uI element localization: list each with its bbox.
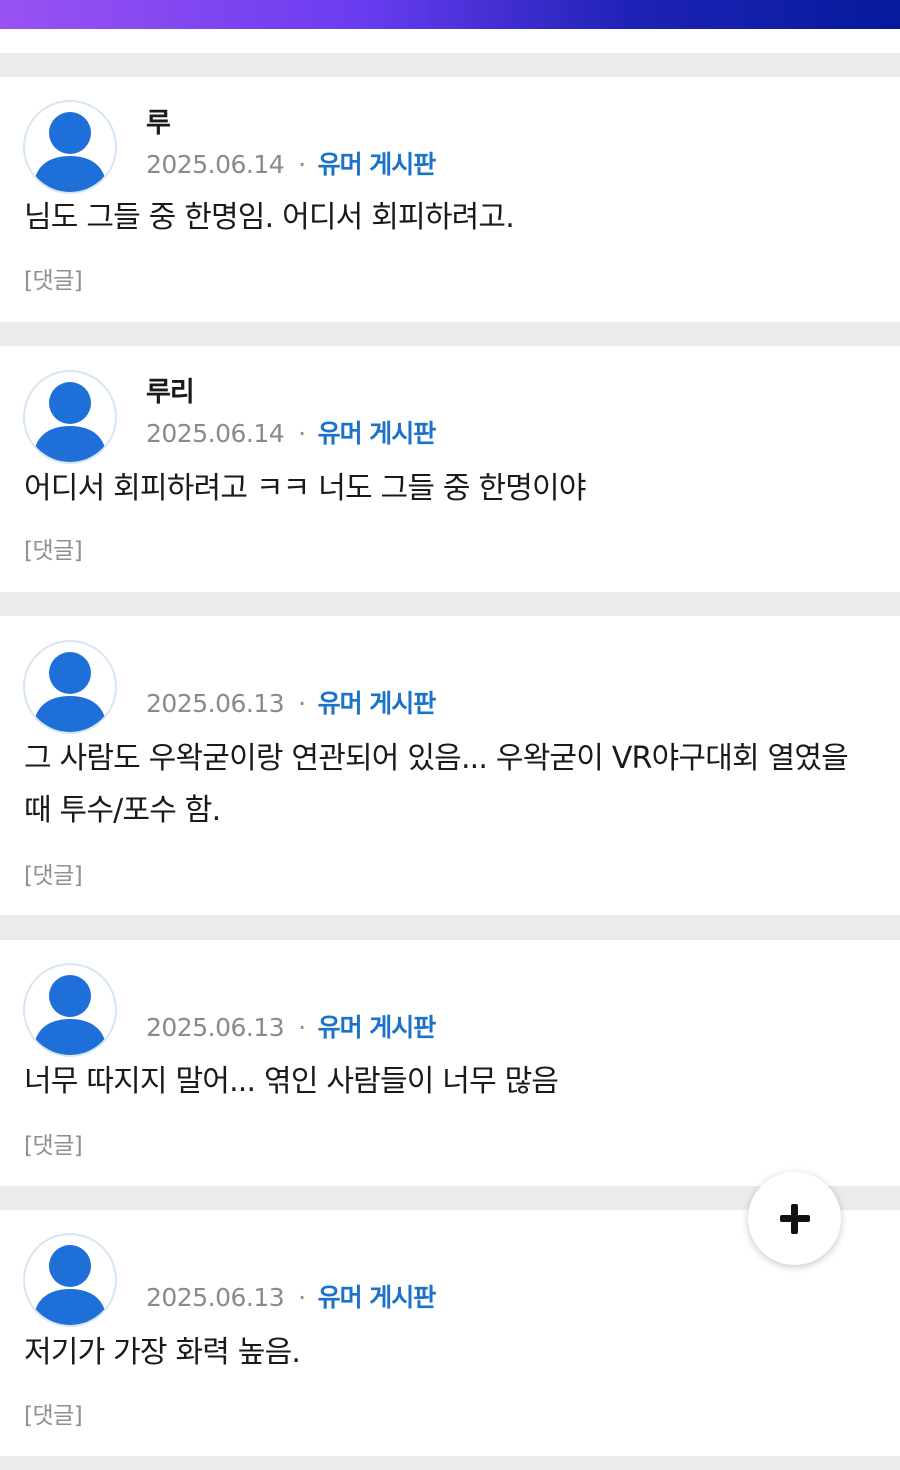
reply-link[interactable]: [댓글] (24, 856, 83, 890)
reply-link[interactable]: [댓글] (24, 531, 83, 565)
comment-meta: 2025.06.14 · 유머 게시판 (146, 414, 437, 450)
user-avatar-icon (33, 652, 107, 732)
comment-card: 루 2025.06.14 · 유머 게시판 님도 그들 중 한명임. 어디서 회피하… (0, 77, 900, 322)
comment-meta: 2025.06.14 · 유머 게시판 (146, 145, 437, 181)
avatar[interactable] (23, 963, 117, 1057)
reply-link[interactable]: [댓글] (24, 261, 83, 295)
comment-meta: 2025.06.13 · 유머 게시판 (146, 1008, 437, 1044)
comment-text: 저기가 가장 화력 높음. (24, 1335, 301, 1370)
user-avatar-icon (33, 975, 107, 1055)
comment-date: 2025.06.13 (146, 689, 285, 718)
comment-text: 그 사람도 우왁굳이랑 연관되어 있음... 우왁굳이 VR야구대회 열였을 때… (24, 741, 849, 828)
comment-text: 너무 따지지 말어... 엮인 사람들이 너무 많음 (24, 1064, 559, 1099)
comment-meta: 2025.06.13 · 유머 게시판 (146, 1278, 437, 1314)
write-comment-button[interactable] (748, 1172, 841, 1265)
meta-separator: · (298, 1283, 306, 1312)
comment-card: 루리 2025.06.14 · 유머 게시판 어디서 회피하려고 ㅋㅋ 너도 그들 … (0, 346, 900, 592)
avatar[interactable] (23, 370, 117, 464)
comment-date: 2025.06.13 (146, 1013, 285, 1042)
user-avatar-icon (33, 112, 107, 192)
avatar[interactable] (23, 640, 117, 734)
meta-separator: · (298, 689, 306, 718)
comment-date: 2025.06.14 (146, 150, 285, 179)
meta-separator: · (298, 150, 306, 179)
board-link[interactable]: 유머 게시판 (318, 150, 437, 179)
meta-separator: · (298, 1013, 306, 1042)
reply-link[interactable]: [댓글] (24, 1126, 83, 1160)
top-gradient-bar (0, 0, 900, 29)
comment-date: 2025.06.14 (146, 419, 285, 448)
meta-separator: · (298, 419, 306, 448)
comment-text: 어디서 회피하려고 ㅋㅋ 너도 그들 중 한명이야 (24, 471, 586, 506)
board-link[interactable]: 유머 게시판 (318, 689, 437, 718)
comment-card: 2025.06.13 · 유머 게시판 그 사람도 우왁굳이랑 연관되어 있음...… (0, 616, 900, 915)
comment-text: 님도 그들 중 한명임. 어디서 회피하려고. (24, 200, 515, 235)
board-link[interactable]: 유머 게시판 (318, 1013, 437, 1042)
user-avatar-icon (33, 382, 107, 462)
comment-meta: 2025.06.13 · 유머 게시판 (146, 684, 437, 720)
comment-author[interactable]: 루 (146, 101, 171, 140)
board-link[interactable]: 유머 게시판 (318, 1283, 437, 1312)
comment-author[interactable]: 루리 (146, 370, 195, 409)
board-link[interactable]: 유머 게시판 (318, 419, 437, 448)
user-avatar-icon (33, 1245, 107, 1325)
avatar[interactable] (23, 1233, 117, 1327)
avatar[interactable] (23, 100, 117, 194)
comment-card: 2025.06.13 · 유머 게시판 너무 따지지 말어... 엮인 사람들이 너… (0, 940, 900, 1186)
comment-date: 2025.06.13 (146, 1283, 285, 1312)
top-spacer (0, 29, 900, 53)
reply-link[interactable]: [댓글] (24, 1396, 83, 1430)
